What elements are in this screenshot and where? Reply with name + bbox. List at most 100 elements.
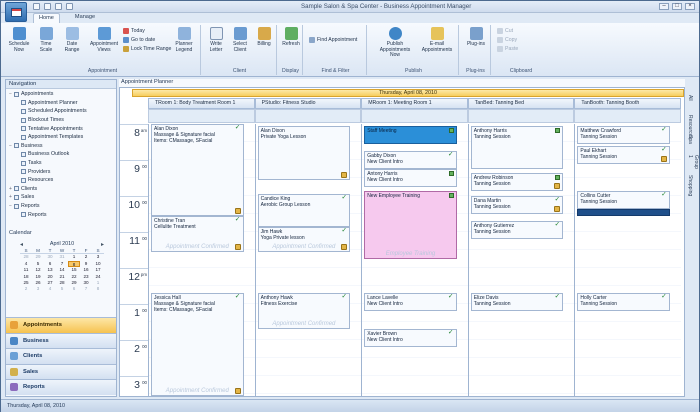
tree-item[interactable]: + Sales [6, 193, 116, 202]
appointment[interactable]: Alan Dixon Private Yoga Lesson [257, 125, 351, 180]
tree-item[interactable]: Blockout Times [6, 116, 116, 125]
resource-header[interactable]: PStudio: Fitness Studio [254, 98, 362, 109]
close-button[interactable]: × [685, 3, 695, 10]
resource-group-tab[interactable]: Shopping [687, 175, 693, 196]
resource-group-tab[interactable]: Group 1 [687, 155, 699, 173]
tree-item[interactable]: Business Outlook [6, 150, 116, 159]
tree-item[interactable]: Tentative Appointments [6, 124, 116, 133]
appointment[interactable]: Xavier Brown New Client Intro ✓ [364, 329, 457, 348]
date-range-button[interactable]: Date Range [61, 27, 83, 53]
time-scale-button[interactable]: Time Scale [35, 27, 57, 53]
tree-item[interactable]: Tasks [6, 159, 116, 168]
resource-column[interactable]: Anthony Harris Tanning Session Andrew Robi… [467, 124, 575, 396]
application-menu-button[interactable] [5, 2, 27, 22]
find-appointment-button[interactable]: Find Appointment [309, 37, 357, 43]
calendar-day[interactable]: 6 [68, 286, 80, 292]
appointment[interactable]: Paul Ekhart Tanning Session ✓ [577, 145, 670, 164]
calendar-day[interactable]: 4 [44, 286, 56, 292]
tree-item[interactable]: − Business [6, 142, 116, 151]
calendar-day[interactable]: 2 [20, 286, 32, 292]
calendar-day[interactable]: 7 [80, 286, 92, 292]
plugins-button[interactable]: Plug-ins [465, 27, 487, 48]
undo-icon[interactable] [55, 3, 62, 10]
planner-legend-button[interactable]: Planner Legend [173, 27, 195, 53]
appointment[interactable]: Christine Tran Cellulite Treatment ✓ Appoin… [151, 215, 244, 252]
resource-column[interactable]: Staff Meeting Gabby Dixon New Client Intro… [361, 124, 468, 396]
nav-button-clients[interactable]: Clients [6, 348, 116, 364]
appointment[interactable]: Dana Martin Tanning Session ✓ [470, 196, 564, 214]
resource-header[interactable]: TRoom 1: Body Treatment Room 1 [148, 98, 255, 109]
resource-header[interactable]: TanBooth: Tanning Booth [574, 98, 681, 109]
save-icon[interactable] [44, 3, 51, 10]
appointment[interactable]: Holly Carter Tanning Session ✓ [577, 293, 670, 312]
previous-month-icon[interactable]: ◂ [20, 241, 23, 248]
tree-item[interactable]: Reports [6, 210, 116, 219]
appointment[interactable]: Lance Lavelle New Client Intro ✓ [364, 293, 457, 312]
tree-item[interactable]: − Appointments [6, 90, 116, 99]
nav-button-appointments[interactable]: Appointments [6, 317, 116, 333]
appointment[interactable]: Staff Meeting [364, 125, 457, 144]
resource-header[interactable]: TanBed: Tanning Bed [467, 98, 575, 109]
date-header[interactable]: Thursday, April 08, 2010 [132, 89, 684, 97]
appointment[interactable]: Elize Davis Tanning Session ✓ [470, 293, 564, 312]
nav-button-sales[interactable]: Sales [6, 363, 116, 379]
customize-icon[interactable] [66, 3, 73, 10]
help-icon[interactable] [33, 3, 40, 10]
all-day-area[interactable] [148, 109, 255, 123]
appointment[interactable]: Candice King Aerobic Group Lesson ✓ [257, 194, 351, 227]
resource-group-tab[interactable]: Resources [687, 115, 693, 139]
nav-button-business[interactable]: Business [6, 332, 116, 348]
email-appointments-button[interactable]: E-mail Appointments [419, 27, 455, 53]
today-button[interactable]: Today [123, 28, 145, 34]
appointment[interactable]: Andrew Robinson Tanning Session [470, 172, 564, 191]
appointment-views-button[interactable]: Appointment Views [89, 27, 119, 53]
tab-manage[interactable]: Manage [70, 13, 100, 23]
resource-group-tab[interactable]: All [687, 95, 693, 113]
copy-button[interactable]: Copy [497, 37, 517, 43]
tree-item[interactable]: − Reports [6, 202, 116, 211]
calendar-day[interactable]: 3 [32, 286, 44, 292]
calendar-day[interactable]: 8 [92, 286, 104, 292]
appointment[interactable]: Antony Harris New Client Intro [364, 169, 457, 187]
billing-button[interactable]: Billing [253, 27, 275, 48]
appointment[interactable]: Jessica Hall Massage & Signature facial It… [151, 293, 244, 396]
all-day-area[interactable] [574, 109, 681, 123]
appointment[interactable]: Collins Cutter Tanning Session ✓ [577, 190, 670, 209]
appointment[interactable]: Anthony Gutierrez Tanning Session ✓ [470, 221, 564, 240]
paste-button[interactable]: Paste [497, 46, 518, 52]
all-day-area[interactable] [361, 109, 468, 123]
tree-item[interactable]: Appointment Templates [6, 133, 116, 142]
resource-column[interactable]: Alan Dixon Massage & Signature facial Item… [148, 124, 255, 396]
maximize-button[interactable]: □ [672, 3, 682, 10]
appointment[interactable] [577, 208, 670, 216]
resource-header[interactable]: MRoom 1: Meeting Room 1 [361, 98, 468, 109]
appointment[interactable]: Anthony Harris Tanning Session [470, 125, 564, 169]
lock-time-range-button[interactable]: Lock Time Range [123, 46, 171, 52]
all-day-area[interactable] [254, 109, 362, 123]
go-to-date-button[interactable]: Go to date [123, 37, 155, 43]
minimize-button[interactable]: – [659, 3, 669, 10]
appointment[interactable]: Jim Hawk Yoga Private lesson ✓ Appointment … [257, 226, 351, 252]
schedule-now-button[interactable]: Schedule Now [7, 27, 31, 53]
write-letter-button[interactable]: Write Letter [205, 27, 227, 53]
publish-appointments-button[interactable]: Publish Appointments Now [375, 27, 415, 59]
tab-home[interactable]: Home [33, 13, 60, 23]
cut-button[interactable]: Cut [497, 28, 513, 34]
appointment[interactable]: Gabby Dixon New Client Intro ✓ [364, 151, 457, 169]
appointment[interactable]: New Employee Training Employee Training [364, 190, 457, 259]
tree-item[interactable]: Resources [6, 176, 116, 185]
tree-item[interactable]: + Clients [6, 185, 116, 194]
nav-button-reports[interactable]: Reports [6, 379, 116, 395]
tree-item[interactable]: Scheduled Appointments [6, 107, 116, 116]
resource-column[interactable]: Matthew Crawford Tanning Session ✓ Paul Ekh… [574, 124, 681, 396]
tree-item[interactable]: Providers [6, 167, 116, 176]
calendar-day[interactable]: 5 [56, 286, 68, 292]
appointment[interactable]: Alan Dixon Massage & Signature facial Item… [151, 124, 244, 216]
resource-group-tab[interactable]: Spa [687, 135, 693, 153]
tree-item[interactable]: Appointment Planner [6, 99, 116, 108]
next-month-icon[interactable]: ▸ [101, 241, 104, 248]
select-client-button[interactable]: Select Client [229, 27, 251, 53]
all-day-area[interactable] [467, 109, 575, 123]
appointment[interactable]: Matthew Crawford Tanning Session ✓ [577, 125, 670, 144]
refresh-button[interactable]: Refresh [280, 27, 302, 48]
